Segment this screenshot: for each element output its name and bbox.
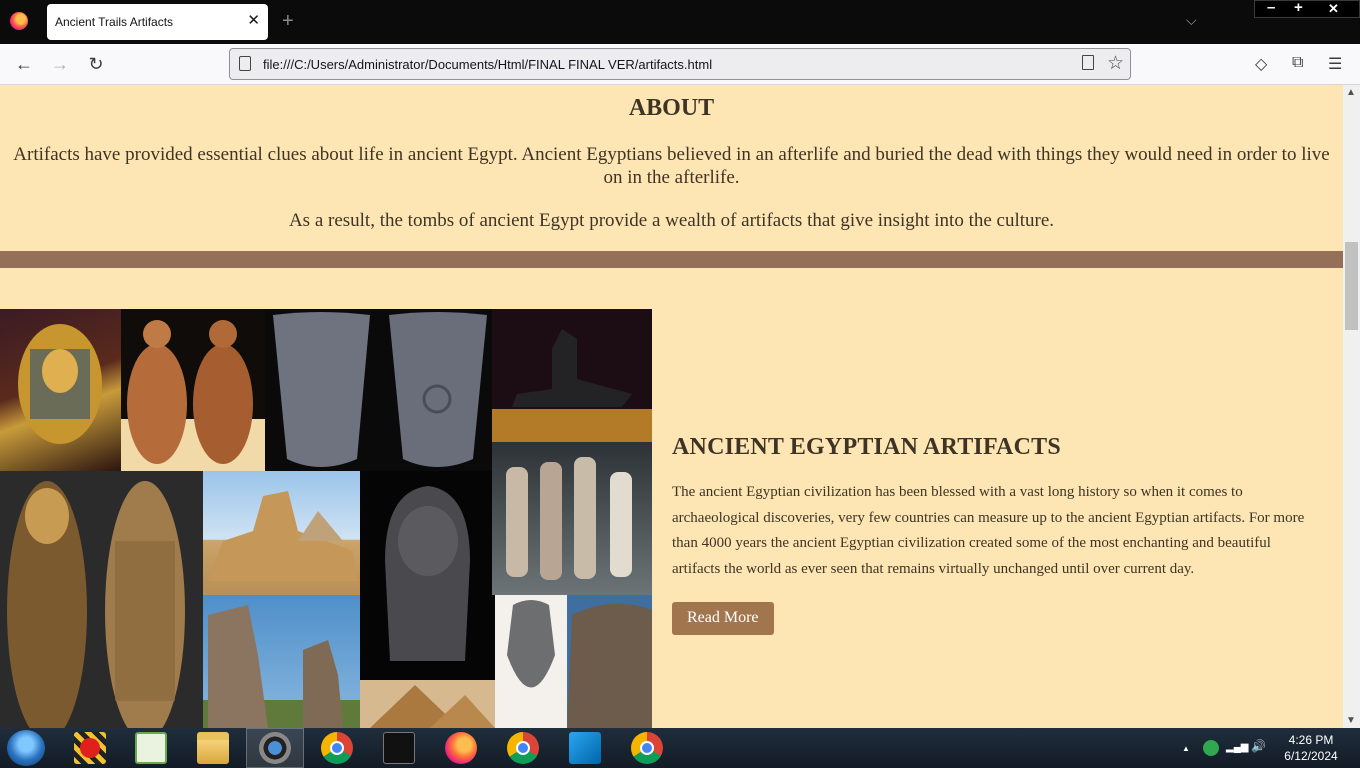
sphinx-image [203, 471, 360, 595]
start-orb-icon[interactable] [7, 730, 45, 766]
vertical-scrollbar[interactable]: ▲ ▼ [1343, 85, 1360, 728]
tab-close-icon[interactable]: ✕ [247, 12, 260, 30]
file-explorer-icon[interactable] [197, 732, 229, 764]
menu-icon[interactable]: ☰ [1328, 54, 1342, 74]
artifacts-collage-image [0, 309, 652, 728]
page-document-icon[interactable] [239, 56, 251, 71]
firefox-icon[interactable] [10, 12, 28, 30]
maximize-icon[interactable]: + [1294, 0, 1303, 16]
reload-icon[interactable]: ↻ [84, 53, 108, 75]
firefox-taskbar-icon[interactable] [445, 732, 477, 764]
about-heading: ABOUT [628, 95, 715, 121]
command-prompt-icon[interactable] [383, 732, 415, 764]
narmer-palette-image [265, 309, 492, 471]
artifacts-description: The ancient Egyptian civilization has be… [672, 484, 1305, 578]
chrome-icon[interactable] [321, 732, 353, 764]
clock-date: 6/12/2024 [1284, 749, 1338, 763]
window-controls: – + ✕ [1254, 0, 1360, 18]
close-window-icon[interactable]: ✕ [1328, 1, 1339, 17]
scroll-up-icon[interactable]: ▲ [1346, 87, 1356, 98]
bookmark-star-icon[interactable]: ☆ [1107, 52, 1124, 75]
about-paragraph-1: Artifacts have provided essential clues … [13, 144, 1330, 188]
minimize-icon[interactable]: – [1267, 0, 1275, 16]
chrome-profile-icon[interactable] [507, 732, 539, 764]
notepad-plus-icon[interactable] [135, 732, 167, 764]
pyramids-image [360, 680, 495, 728]
pocket-icon[interactable]: ◇ [1255, 54, 1267, 74]
clock-time: 4:26 PM [1288, 733, 1334, 747]
system-clock[interactable]: 4:26 PM 6/12/2024 [1278, 732, 1344, 764]
read-more-button[interactable]: Read More [672, 601, 774, 635]
page-viewport: ABOUT Artifacts have provided essential … [0, 85, 1360, 728]
artifacts-section: ANCIENT EGYPTIAN ARTIFACTS The ancient E… [672, 434, 1322, 635]
shabti-figures-image [492, 442, 652, 595]
sarcophagi-image [0, 471, 203, 728]
new-tab-icon[interactable]: + [282, 9, 294, 33]
anubis-statue-image [492, 309, 652, 442]
extensions-icon[interactable]: ⧉ [1292, 54, 1303, 72]
navigation-bar: ← → ↻ file:///C:/Users/Administrator/Doc… [0, 44, 1360, 85]
camera-app-icon[interactable] [259, 732, 291, 764]
volume-icon[interactable]: 🔊 [1251, 739, 1266, 753]
tutankhamun-mask-image [0, 309, 121, 471]
taskbar: ▲ ▂▄▆ 🔊 4:26 PM 6/12/2024 [0, 728, 1360, 768]
rosetta-stone-image [567, 595, 652, 728]
scrollbar-thumb[interactable] [1345, 242, 1358, 330]
canopic-jars-image [121, 309, 265, 471]
about-paragraph-2: As a result, the tombs of ancient Egypt … [288, 210, 1055, 231]
tray-app-icon[interactable] [1203, 740, 1219, 756]
network-icon[interactable]: ▂▄▆ [1226, 742, 1248, 753]
vscode-icon[interactable] [569, 732, 601, 764]
show-hidden-icons[interactable]: ▲ [1182, 744, 1190, 753]
reader-view-icon[interactable] [1082, 55, 1094, 70]
forward-icon[interactable]: → [48, 53, 72, 75]
red-app-icon[interactable] [74, 732, 106, 764]
tab-strip: Ancient Trails Artifacts ✕ + ⌵ – + ✕ [0, 0, 1360, 44]
tab-title: Ancient Trails Artifacts [55, 15, 174, 29]
list-all-tabs-icon[interactable]: ⌵ [1186, 12, 1197, 29]
section-divider [0, 251, 1343, 268]
chrome-icon-2[interactable] [631, 732, 663, 764]
sekhmet-statue-image [360, 471, 495, 680]
scroll-down-icon[interactable]: ▼ [1346, 715, 1356, 726]
url-bar[interactable]: file:///C:/Users/Administrator/Documents… [229, 48, 1131, 80]
browser-tab-active[interactable]: Ancient Trails Artifacts ✕ [47, 4, 268, 40]
pharaoh-head-image [495, 595, 567, 728]
colossi-memnon-image [203, 595, 360, 728]
back-icon[interactable]: ← [12, 53, 36, 75]
url-text[interactable]: file:///C:/Users/Administrator/Documents… [263, 57, 712, 72]
artifacts-heading: ANCIENT EGYPTIAN ARTIFACTS [672, 434, 1061, 460]
